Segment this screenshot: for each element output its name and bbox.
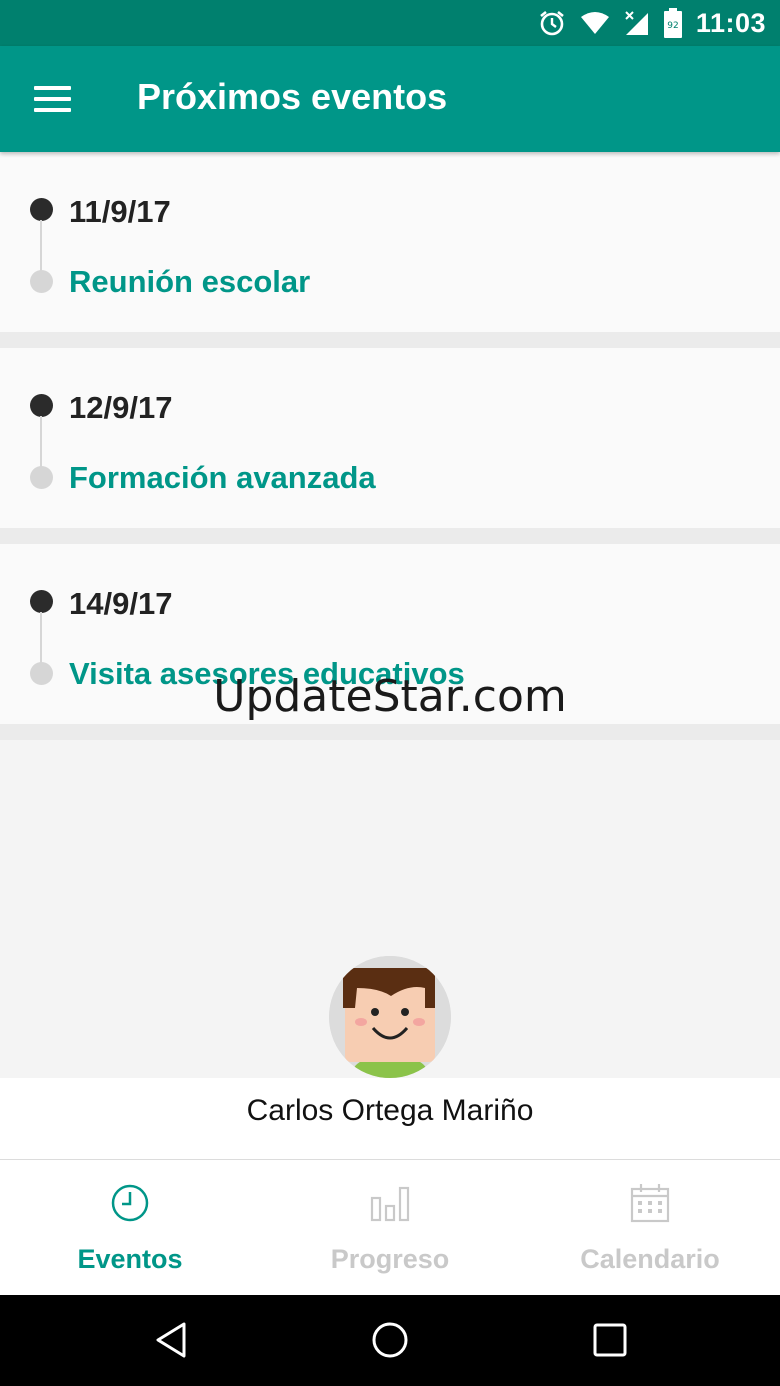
- tab-progreso[interactable]: Progreso: [260, 1160, 520, 1295]
- event-date: 14/9/17: [69, 586, 173, 621]
- recents-icon[interactable]: [590, 1320, 630, 1360]
- watermark: UpdateStar.com: [213, 671, 567, 722]
- bar-chart-icon: [370, 1186, 410, 1222]
- boy-avatar-icon[interactable]: [329, 956, 451, 1078]
- system-nav-bar: [0, 1295, 780, 1386]
- tab-eventos[interactable]: Eventos: [0, 1160, 260, 1295]
- signal-icon: [625, 11, 648, 35]
- event-title: Formación avanzada: [69, 460, 376, 495]
- battery-icon: 92: [663, 8, 682, 38]
- event-item[interactable]: 11/9/17 Reunión escolar: [0, 152, 780, 332]
- page-title: Próximos eventos: [137, 76, 448, 117]
- divider: [0, 724, 780, 740]
- clock-icon: [111, 1184, 149, 1222]
- home-icon[interactable]: [370, 1320, 410, 1360]
- tab-label: Progreso: [330, 1244, 450, 1274]
- timeline-dot-icon: [30, 394, 53, 417]
- tab-calendario[interactable]: Calendario: [520, 1160, 780, 1295]
- timeline-dot-icon: [30, 198, 53, 221]
- divider: [0, 332, 780, 348]
- event-date: 11/9/17: [69, 194, 171, 229]
- timeline-dot-icon: [30, 466, 53, 489]
- battery-level: 92: [667, 21, 678, 31]
- app-bar: Próximos eventos: [0, 46, 780, 152]
- alarm-icon: [540, 10, 564, 36]
- back-icon[interactable]: [152, 1320, 192, 1360]
- divider: [0, 528, 780, 544]
- wifi-icon: [580, 12, 609, 34]
- tab-label: Eventos: [77, 1244, 183, 1274]
- status-bar: 92 11:03: [0, 0, 780, 46]
- event-date: 12/9/17: [69, 390, 173, 425]
- event-title: Reunión escolar: [69, 264, 311, 299]
- calendar-icon: [630, 1184, 670, 1223]
- bottom-nav: Eventos Progreso Calendario: [0, 1159, 780, 1295]
- hamburger-menu-icon[interactable]: [34, 86, 71, 112]
- event-item[interactable]: 12/9/17 Formación avanzada: [0, 348, 780, 528]
- tab-label: Calendario: [580, 1244, 720, 1274]
- timeline-dot-icon: [30, 270, 53, 293]
- status-time: 11:03: [695, 7, 766, 38]
- status-icons: 92 11:03: [538, 0, 766, 46]
- user-name: Carlos Ortega Mariño: [246, 1094, 534, 1127]
- events-list: 11/9/17 Reunión escolar 12/9/17 Formació…: [0, 152, 780, 740]
- timeline-dot-icon: [30, 590, 53, 613]
